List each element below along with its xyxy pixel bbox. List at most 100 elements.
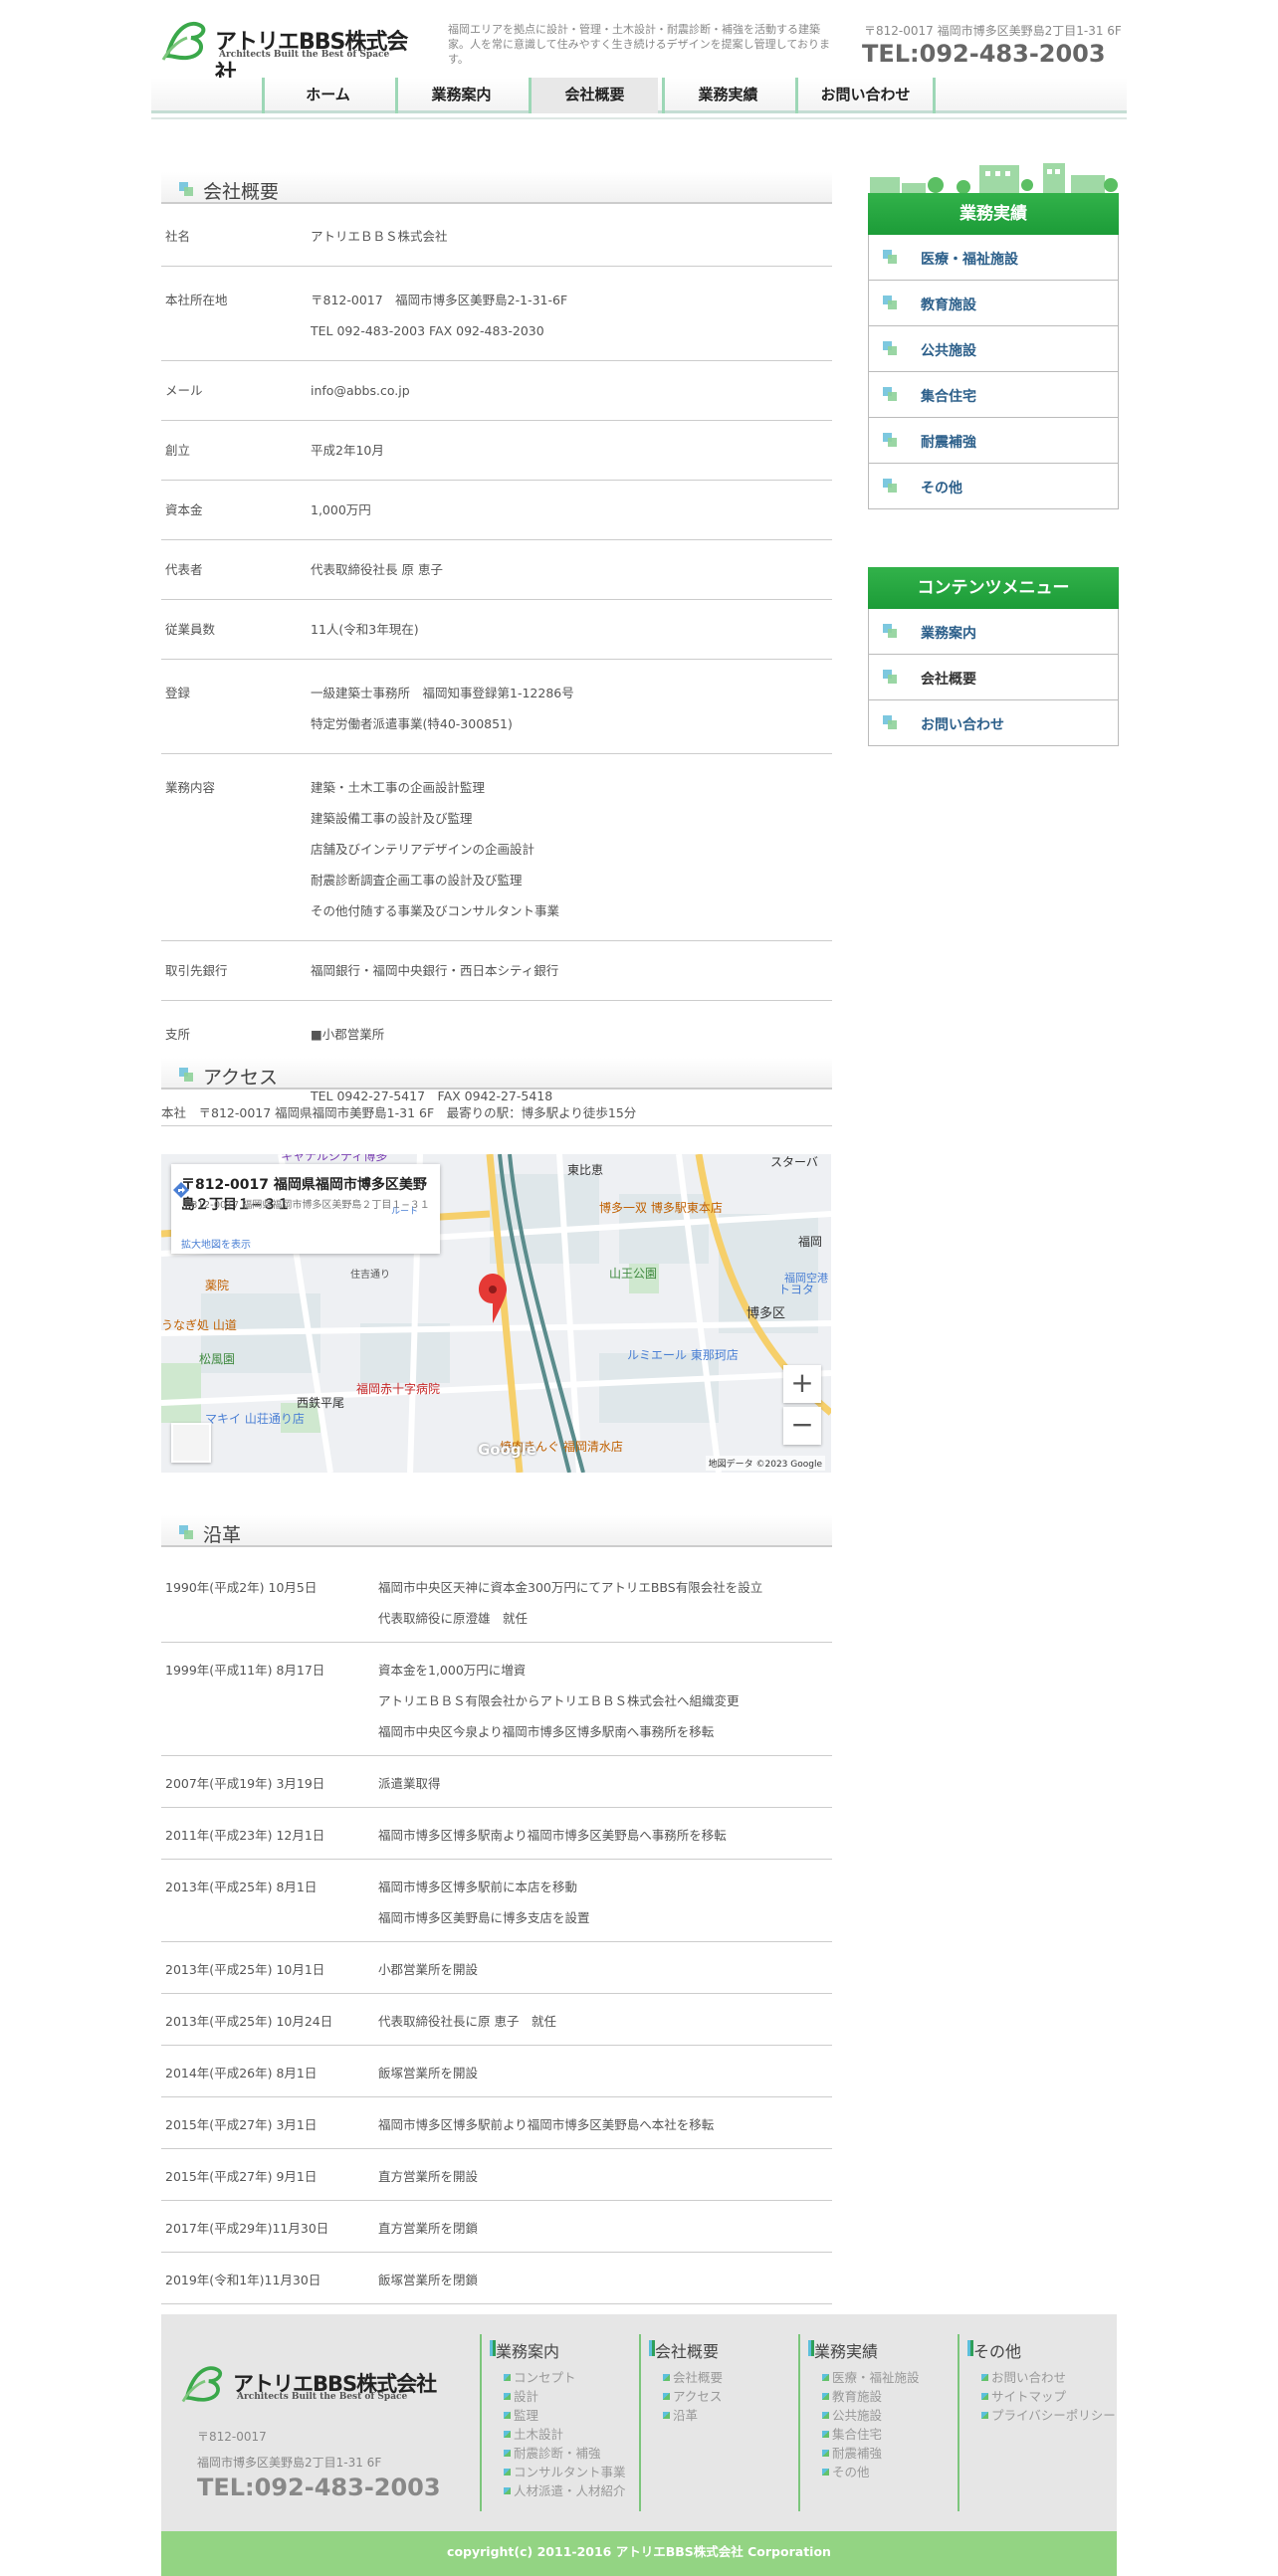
- footer-phone[interactable]: TEL:092-483-2003: [197, 2474, 441, 2501]
- sidebar-item[interactable]: 業務案内: [868, 609, 1119, 655]
- history-event: 代表取締役社長に原 恵子 就任: [374, 1993, 832, 2046]
- history-row: 2011年(平成23年) 12月1日 福岡市博多区博多駅南より福岡市博多区美野島へ…: [161, 1807, 832, 1860]
- nav-home[interactable]: ホーム: [262, 78, 391, 113]
- footer-link-list: 会社概要 アクセス 沿革: [663, 2368, 723, 2425]
- history-event-line: 飯塚営業所を閉鎖: [378, 2273, 479, 2287]
- footer-link[interactable]: 会社概要: [663, 2368, 723, 2387]
- history-table: 1990年(平成2年) 10月5日 福岡市中央区天神に資本金300万円にてアトリエ…: [161, 1560, 832, 2304]
- zoom-in-button[interactable]: +: [783, 1365, 821, 1403]
- map-label: キャナルシティ博多: [281, 1154, 387, 1163]
- info-value-line: 建築設備工事の設計及び監理: [311, 811, 473, 826]
- section-title: 沿革: [203, 1524, 242, 1546]
- google-map[interactable]: キャナルシティ博多 博多一双 博多駅東本店 山王公園 博多区 ルミエール 東那珂…: [161, 1154, 831, 1473]
- history-row: 2015年(平成27年) 3月1日 福岡市博多区博多駅前より福岡市博多区美野島へ本…: [161, 2096, 832, 2149]
- nav-contact[interactable]: お問い合わせ: [795, 78, 933, 113]
- footer-link[interactable]: 監理: [504, 2406, 626, 2425]
- footer-link[interactable]: コンセプト: [504, 2368, 626, 2387]
- info-label: 登録: [161, 659, 307, 754]
- directions-icon[interactable]: [171, 1180, 191, 1200]
- footer-column-title-text: 会社概要: [655, 2342, 720, 2361]
- site-logo[interactable]: アトリエBBS株式会社 Architects Built the Best of…: [161, 16, 410, 87]
- header-address: 〒812-0017 福岡市博多区美野島2丁目1-31 6F: [864, 24, 1122, 38]
- nav-services[interactable]: 業務案内: [395, 78, 525, 113]
- nav-works[interactable]: 業務実績: [662, 78, 791, 113]
- info-row: 創立 平成2年10月: [161, 420, 832, 481]
- map-layer-toggle[interactable]: [171, 1423, 211, 1463]
- history-event: 直方営業所を開設: [374, 2148, 832, 2201]
- section-heading-history: 沿革: [161, 1515, 832, 1547]
- sidebar-item[interactable]: 耐震補強: [868, 418, 1119, 464]
- info-value-line[interactable]: info@abbs.co.jp: [311, 375, 832, 406]
- global-nav: ホーム 業務案内 会社概要 業務実績 お問い合わせ: [151, 78, 1127, 113]
- footer-column-title: 業務実績: [808, 2338, 879, 2362]
- history-event: 飯塚営業所を開設: [374, 2045, 832, 2097]
- info-value-line: 11人(令和3年現在): [311, 622, 419, 637]
- town-illustration: [870, 163, 1118, 195]
- zoom-out-button[interactable]: −: [783, 1407, 821, 1445]
- footer-link[interactable]: その他: [822, 2463, 920, 2481]
- footer-link[interactable]: お問い合わせ: [981, 2368, 1116, 2387]
- header-phone[interactable]: TEL:092-483-2003: [862, 40, 1106, 68]
- footer-column-title-text: 業務実績: [814, 2342, 879, 2361]
- footer-link[interactable]: 教育施設: [822, 2387, 920, 2406]
- info-value: 福岡銀行・福岡中央銀行・西日本シティ銀行: [307, 940, 832, 1001]
- map-label: 博多一双 博多駅東本店: [599, 1200, 723, 1215]
- history-event: 福岡市博多区博多駅南より福岡市博多区美野島へ事務所を移転: [374, 1807, 832, 1860]
- map-label: 博多区: [746, 1305, 785, 1321]
- info-value-line: 平成2年10月: [311, 443, 384, 458]
- footer-link[interactable]: 医療・福祉施設: [822, 2368, 920, 2387]
- footer-link[interactable]: 耐震補強: [822, 2444, 920, 2463]
- map-enlarge-link[interactable]: 拡大地図を表示: [181, 1236, 251, 1251]
- footer-link[interactable]: 沿革: [663, 2406, 723, 2425]
- footer-zip: 〒812-0017: [197, 2430, 267, 2444]
- info-value-line: 特定労働者派遣事業(特40-300851): [311, 716, 513, 731]
- sidebar-item[interactable]: 医療・福祉施設: [868, 235, 1119, 281]
- footer-link[interactable]: 土木設計: [504, 2425, 626, 2444]
- info-value-line: 店舗及びインテリアデザインの企画設計: [311, 842, 535, 857]
- sidebar-item-label: 業務案内: [921, 626, 976, 642]
- footer-link[interactable]: サイトマップ: [981, 2387, 1116, 2406]
- sidebar-item[interactable]: その他: [868, 464, 1119, 509]
- square-bullet-icon: [883, 387, 897, 401]
- footer-link[interactable]: 設計: [504, 2387, 626, 2406]
- sidebar-item-label: 公共施設: [921, 343, 976, 359]
- map-label: 松風園: [199, 1352, 235, 1366]
- footer-link[interactable]: 公共施設: [822, 2406, 920, 2425]
- footer-link[interactable]: コンサルタント事業: [504, 2463, 626, 2481]
- logo-tagline: Architects Built the Best of Space: [219, 50, 390, 60]
- info-row: 従業員数 11人(令和3年現在): [161, 599, 832, 660]
- square-bullet-icon: [883, 250, 897, 264]
- footer-column-title-text: その他: [973, 2342, 1022, 2361]
- sidebar-item[interactable]: 教育施設: [868, 281, 1119, 326]
- sidebar-item[interactable]: 公共施設: [868, 326, 1119, 372]
- info-row: メール info@abbs.co.jp: [161, 360, 832, 421]
- history-event: 直方営業所を閉鎖: [374, 2200, 832, 2253]
- info-label: メール: [161, 360, 307, 421]
- footer-logo[interactable]: アトリエBBS株式会社 Architects Built the Best of…: [181, 2360, 440, 2410]
- info-value-line: 〒812-0017 福岡市博多区美野島2-1-31-6F: [311, 293, 568, 307]
- footer-link[interactable]: 人材派遣・人材紹介: [504, 2481, 626, 2500]
- footer-column-title: 会社概要: [649, 2338, 720, 2362]
- nav-company[interactable]: 会社概要: [529, 78, 658, 113]
- footer-link[interactable]: 耐震診断・補強: [504, 2444, 626, 2463]
- sidebar-item[interactable]: お問い合わせ: [868, 700, 1119, 746]
- sidebar-item[interactable]: 集合住宅: [868, 372, 1119, 418]
- square-bullet-icon: [883, 341, 897, 355]
- history-event: 小郡営業所を開設: [374, 1941, 832, 1994]
- footer-link[interactable]: 集合住宅: [822, 2425, 920, 2444]
- map-label: うなぎ処 山道: [161, 1318, 237, 1332]
- map-label: マキイ 山荘通り店: [205, 1412, 305, 1426]
- footer-link-list: 医療・福祉施設 教育施設 公共施設 集合住宅 耐震補強 その他: [822, 2368, 920, 2481]
- info-value-line: ■小郡営業所: [311, 1027, 385, 1042]
- history-event-line: 直方営業所を閉鎖: [378, 2221, 479, 2236]
- footer-link[interactable]: アクセス: [663, 2387, 723, 2406]
- site-footer: アトリエBBS株式会社 Architects Built the Best of…: [161, 2314, 1117, 2531]
- copyright: copyright(c) 2011-2016 アトリエBBS株式会社 Corpo…: [161, 2531, 1117, 2576]
- info-value-line: 福岡銀行・福岡中央銀行・西日本シティ銀行: [311, 963, 559, 978]
- footer-link[interactable]: プライバシーポリシー: [981, 2406, 1116, 2425]
- history-event-line: 福岡市博多区博多駅南より福岡市博多区美野島へ事務所を移転: [378, 1828, 727, 1843]
- section-heading-access: アクセス: [161, 1058, 832, 1090]
- directions-label[interactable]: ルート: [391, 1204, 418, 1217]
- history-event-line: 資本金を1,000万円に増資: [378, 1663, 527, 1678]
- sidebar-item[interactable]: 会社概要: [868, 655, 1119, 700]
